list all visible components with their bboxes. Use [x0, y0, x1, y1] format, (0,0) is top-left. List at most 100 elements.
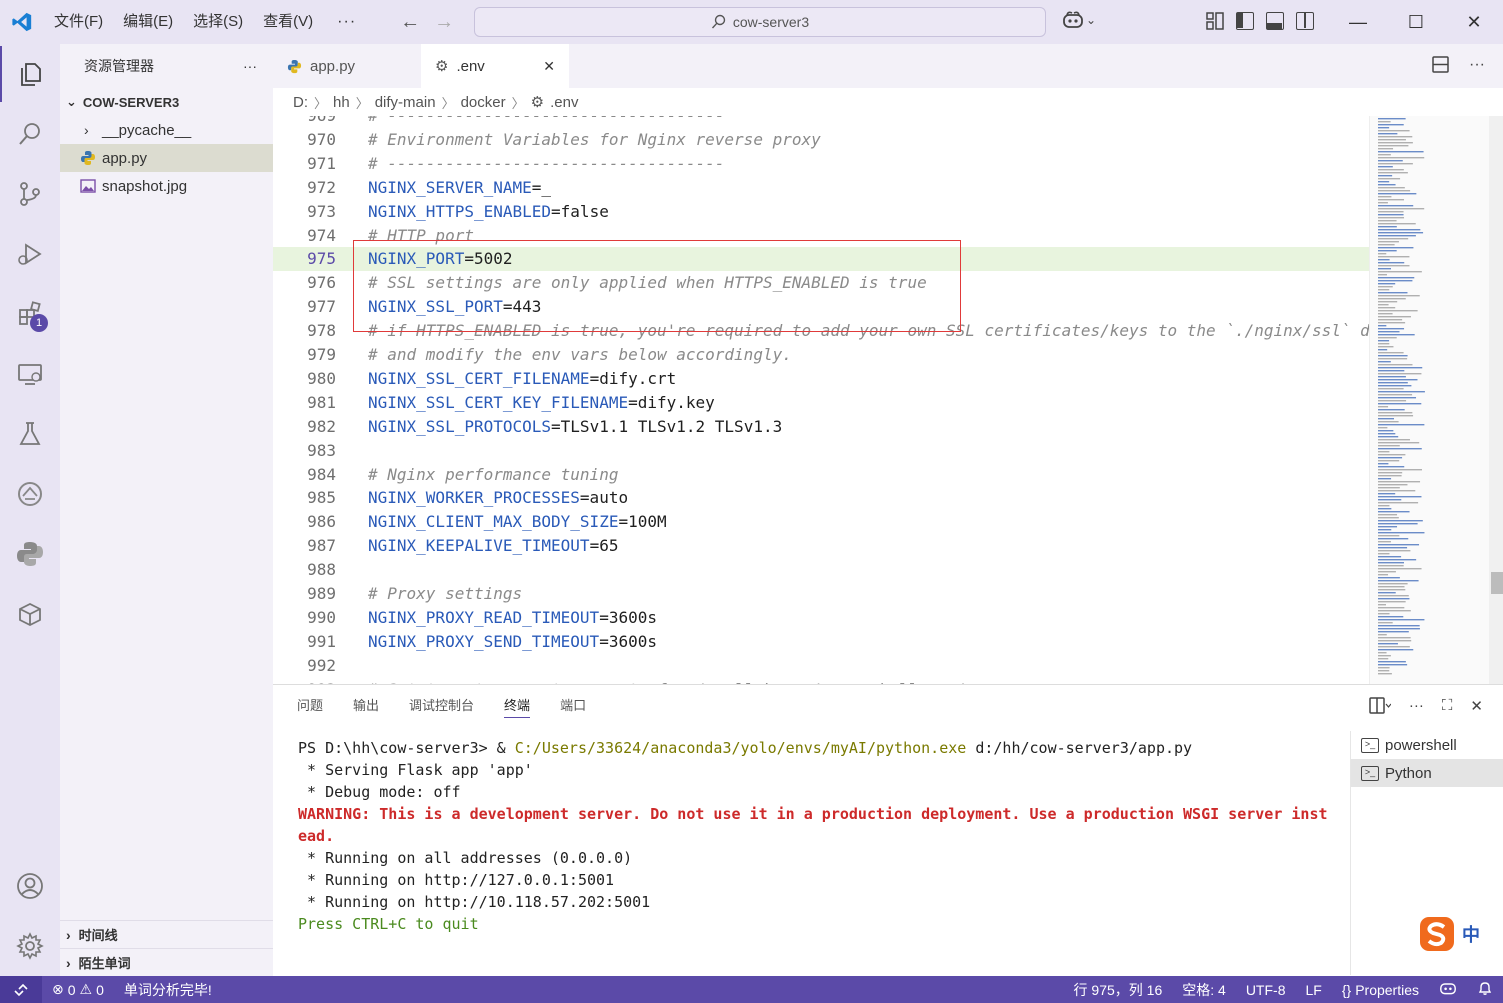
editor-scrollbar[interactable] — [1489, 116, 1503, 684]
remote-indicator-icon[interactable] — [0, 976, 42, 1003]
extensions-icon[interactable]: 1 — [0, 286, 60, 342]
close-tab-icon[interactable]: ✕ — [543, 58, 555, 75]
env-key: NGINX_PROXY_SEND_TIMEOUT — [368, 631, 600, 651]
tab-ports[interactable]: 端口 — [560, 695, 586, 718]
minimap-line — [1378, 529, 1392, 531]
split-editor-icon[interactable] — [1432, 56, 1449, 78]
breadcrumb-item[interactable]: hh — [333, 94, 350, 111]
env-value: =100M — [618, 512, 667, 532]
minimap-line — [1378, 301, 1398, 303]
settings-gear-icon[interactable] — [0, 918, 60, 974]
menu-file[interactable]: 文件(F) — [44, 0, 113, 44]
minimap-line — [1378, 367, 1423, 369]
env-key: NGINX_WORKER_PROCESSES — [368, 488, 580, 508]
line-number: 987 — [307, 536, 336, 556]
menu-edit[interactable]: 编辑(E) — [113, 0, 183, 44]
minimap-line — [1378, 604, 1387, 606]
breadcrumb-item[interactable]: docker — [461, 94, 506, 111]
minimap-line — [1378, 568, 1422, 570]
encoding[interactable]: UTF-8 — [1246, 982, 1286, 998]
explorer-more-button[interactable]: ··· — [243, 58, 257, 74]
vocabulary-section[interactable]: › 陌生单词 — [60, 948, 273, 976]
terminal-output[interactable]: PS D:\hh\cow-server3> & C:/Users/33624/a… — [298, 737, 1328, 935]
indentation[interactable]: 空格: 4 — [1182, 980, 1226, 1000]
close-panel-icon[interactable]: ✕ — [1470, 697, 1483, 718]
tab-debug-console[interactable]: 调试控制台 — [409, 695, 474, 718]
status-message: 单词分析完毕! — [123, 981, 212, 998]
toggle-sidebar-icon[interactable] — [1236, 12, 1254, 30]
menu-selection[interactable]: 选择(S) — [183, 0, 253, 44]
minimap-line — [1378, 388, 1404, 390]
extension-circle-icon[interactable] — [0, 466, 60, 522]
explorer-icon[interactable] — [0, 46, 60, 102]
minimap[interactable] — [1369, 116, 1489, 684]
split-terminal-icon[interactable] — [1369, 697, 1392, 718]
source-control-icon[interactable] — [0, 166, 60, 222]
sogou-logo-icon — [1420, 917, 1454, 951]
close-window-button[interactable]: ✕ — [1445, 0, 1503, 44]
timeline-section[interactable]: › 时间线 — [60, 920, 273, 948]
end-of-line[interactable]: LF — [1305, 982, 1321, 998]
cursor-position[interactable]: 行 975，列 16 — [1074, 980, 1163, 1000]
terminal-item-python[interactable]: >_ Python — [1351, 759, 1503, 787]
command-center-search[interactable]: cow-server3 — [474, 7, 1046, 37]
minimap-line — [1378, 655, 1391, 657]
minimap-line — [1378, 286, 1393, 288]
search-activity-icon[interactable] — [0, 106, 60, 162]
panel-more-button[interactable]: ··· — [1409, 697, 1424, 718]
workspace-section[interactable]: ⌄ COW-SERVER3 — [60, 88, 273, 116]
tab-problems[interactable]: 问题 — [297, 695, 323, 718]
warning-count: 0 — [96, 981, 104, 998]
customize-layout-icon[interactable] — [1206, 12, 1224, 30]
copilot-status-icon[interactable] — [1439, 980, 1457, 999]
minimap-line — [1378, 556, 1402, 558]
breadcrumb-item[interactable]: D: — [293, 94, 308, 111]
code-line: 982 NGINX_SSL_PROTOCOLS=TLSv1.1 TLSv1.2 T… — [273, 415, 1369, 439]
python-icon[interactable] — [0, 526, 60, 582]
account-icon[interactable] — [0, 858, 60, 914]
docker-box-icon[interactable] — [0, 586, 60, 642]
tab-output[interactable]: 输出 — [353, 695, 379, 718]
minimap-line — [1378, 304, 1389, 306]
breadcrumb-item[interactable]: dify-main — [375, 94, 436, 111]
forward-arrow-icon[interactable]: → — [434, 11, 454, 34]
remote-explorer-icon[interactable] — [0, 346, 60, 402]
minimap-line — [1378, 142, 1413, 144]
minimap-line — [1378, 610, 1411, 612]
comment: # and modify the env vars below accordin… — [368, 345, 792, 364]
line-number: 972 — [307, 177, 336, 197]
explorer-sidebar: 资源管理器 ··· ⌄ COW-SERVER3 › __pycache__ ap… — [60, 44, 273, 976]
minimap-line — [1378, 454, 1406, 456]
tree-item-app-py[interactable]: app.py — [60, 144, 273, 172]
code-editor[interactable]: 969 # -----------------------------------… — [273, 116, 1503, 684]
code-line: 992 — [273, 654, 1369, 678]
editor-more-button[interactable]: ··· — [1469, 56, 1485, 78]
minimap-line — [1378, 382, 1408, 384]
terminal-line: PS D:\hh\cow-server3> & C:/Users/33624/a… — [298, 737, 1328, 759]
menu-more-button[interactable]: ··· — [323, 13, 370, 31]
back-arrow-icon[interactable]: ← — [400, 11, 420, 34]
problems-status[interactable]: ⊗ 0 ⚠ 0 — [42, 981, 114, 998]
tree-item-snapshot[interactable]: snapshot.jpg — [60, 172, 273, 200]
terminal-item-powershell[interactable]: >_ powershell — [1351, 731, 1503, 759]
toggle-secondary-sidebar-icon[interactable] — [1296, 12, 1314, 30]
testing-flask-icon[interactable] — [0, 406, 60, 462]
tab-env[interactable]: ⚙ .env ✕ — [421, 44, 569, 88]
language-mode[interactable]: {} Properties — [1342, 982, 1419, 998]
menu-view[interactable]: 查看(V) — [253, 0, 323, 44]
notifications-bell-icon[interactable] — [1477, 980, 1493, 999]
maximize-panel-icon[interactable]: ⛶ — [1442, 697, 1453, 718]
copilot-button[interactable]: ⌄ — [1062, 10, 1096, 30]
toggle-panel-icon[interactable] — [1266, 12, 1284, 30]
tree-item-pycache[interactable]: › __pycache__ — [60, 116, 273, 144]
terminal-label: Python — [1385, 764, 1432, 782]
tab-terminal[interactable]: 终端 — [504, 695, 531, 718]
minimize-button[interactable]: — — [1329, 0, 1387, 44]
ime-indicator[interactable]: 中 — [1418, 915, 1480, 953]
maximize-button[interactable]: ☐ — [1387, 0, 1445, 44]
minimap-line — [1378, 322, 1406, 324]
breadcrumb-item[interactable]: .env — [550, 94, 578, 111]
tab-app-py[interactable]: app.py — [273, 44, 421, 88]
run-debug-icon[interactable] — [0, 226, 60, 282]
minimap-line — [1378, 277, 1415, 279]
